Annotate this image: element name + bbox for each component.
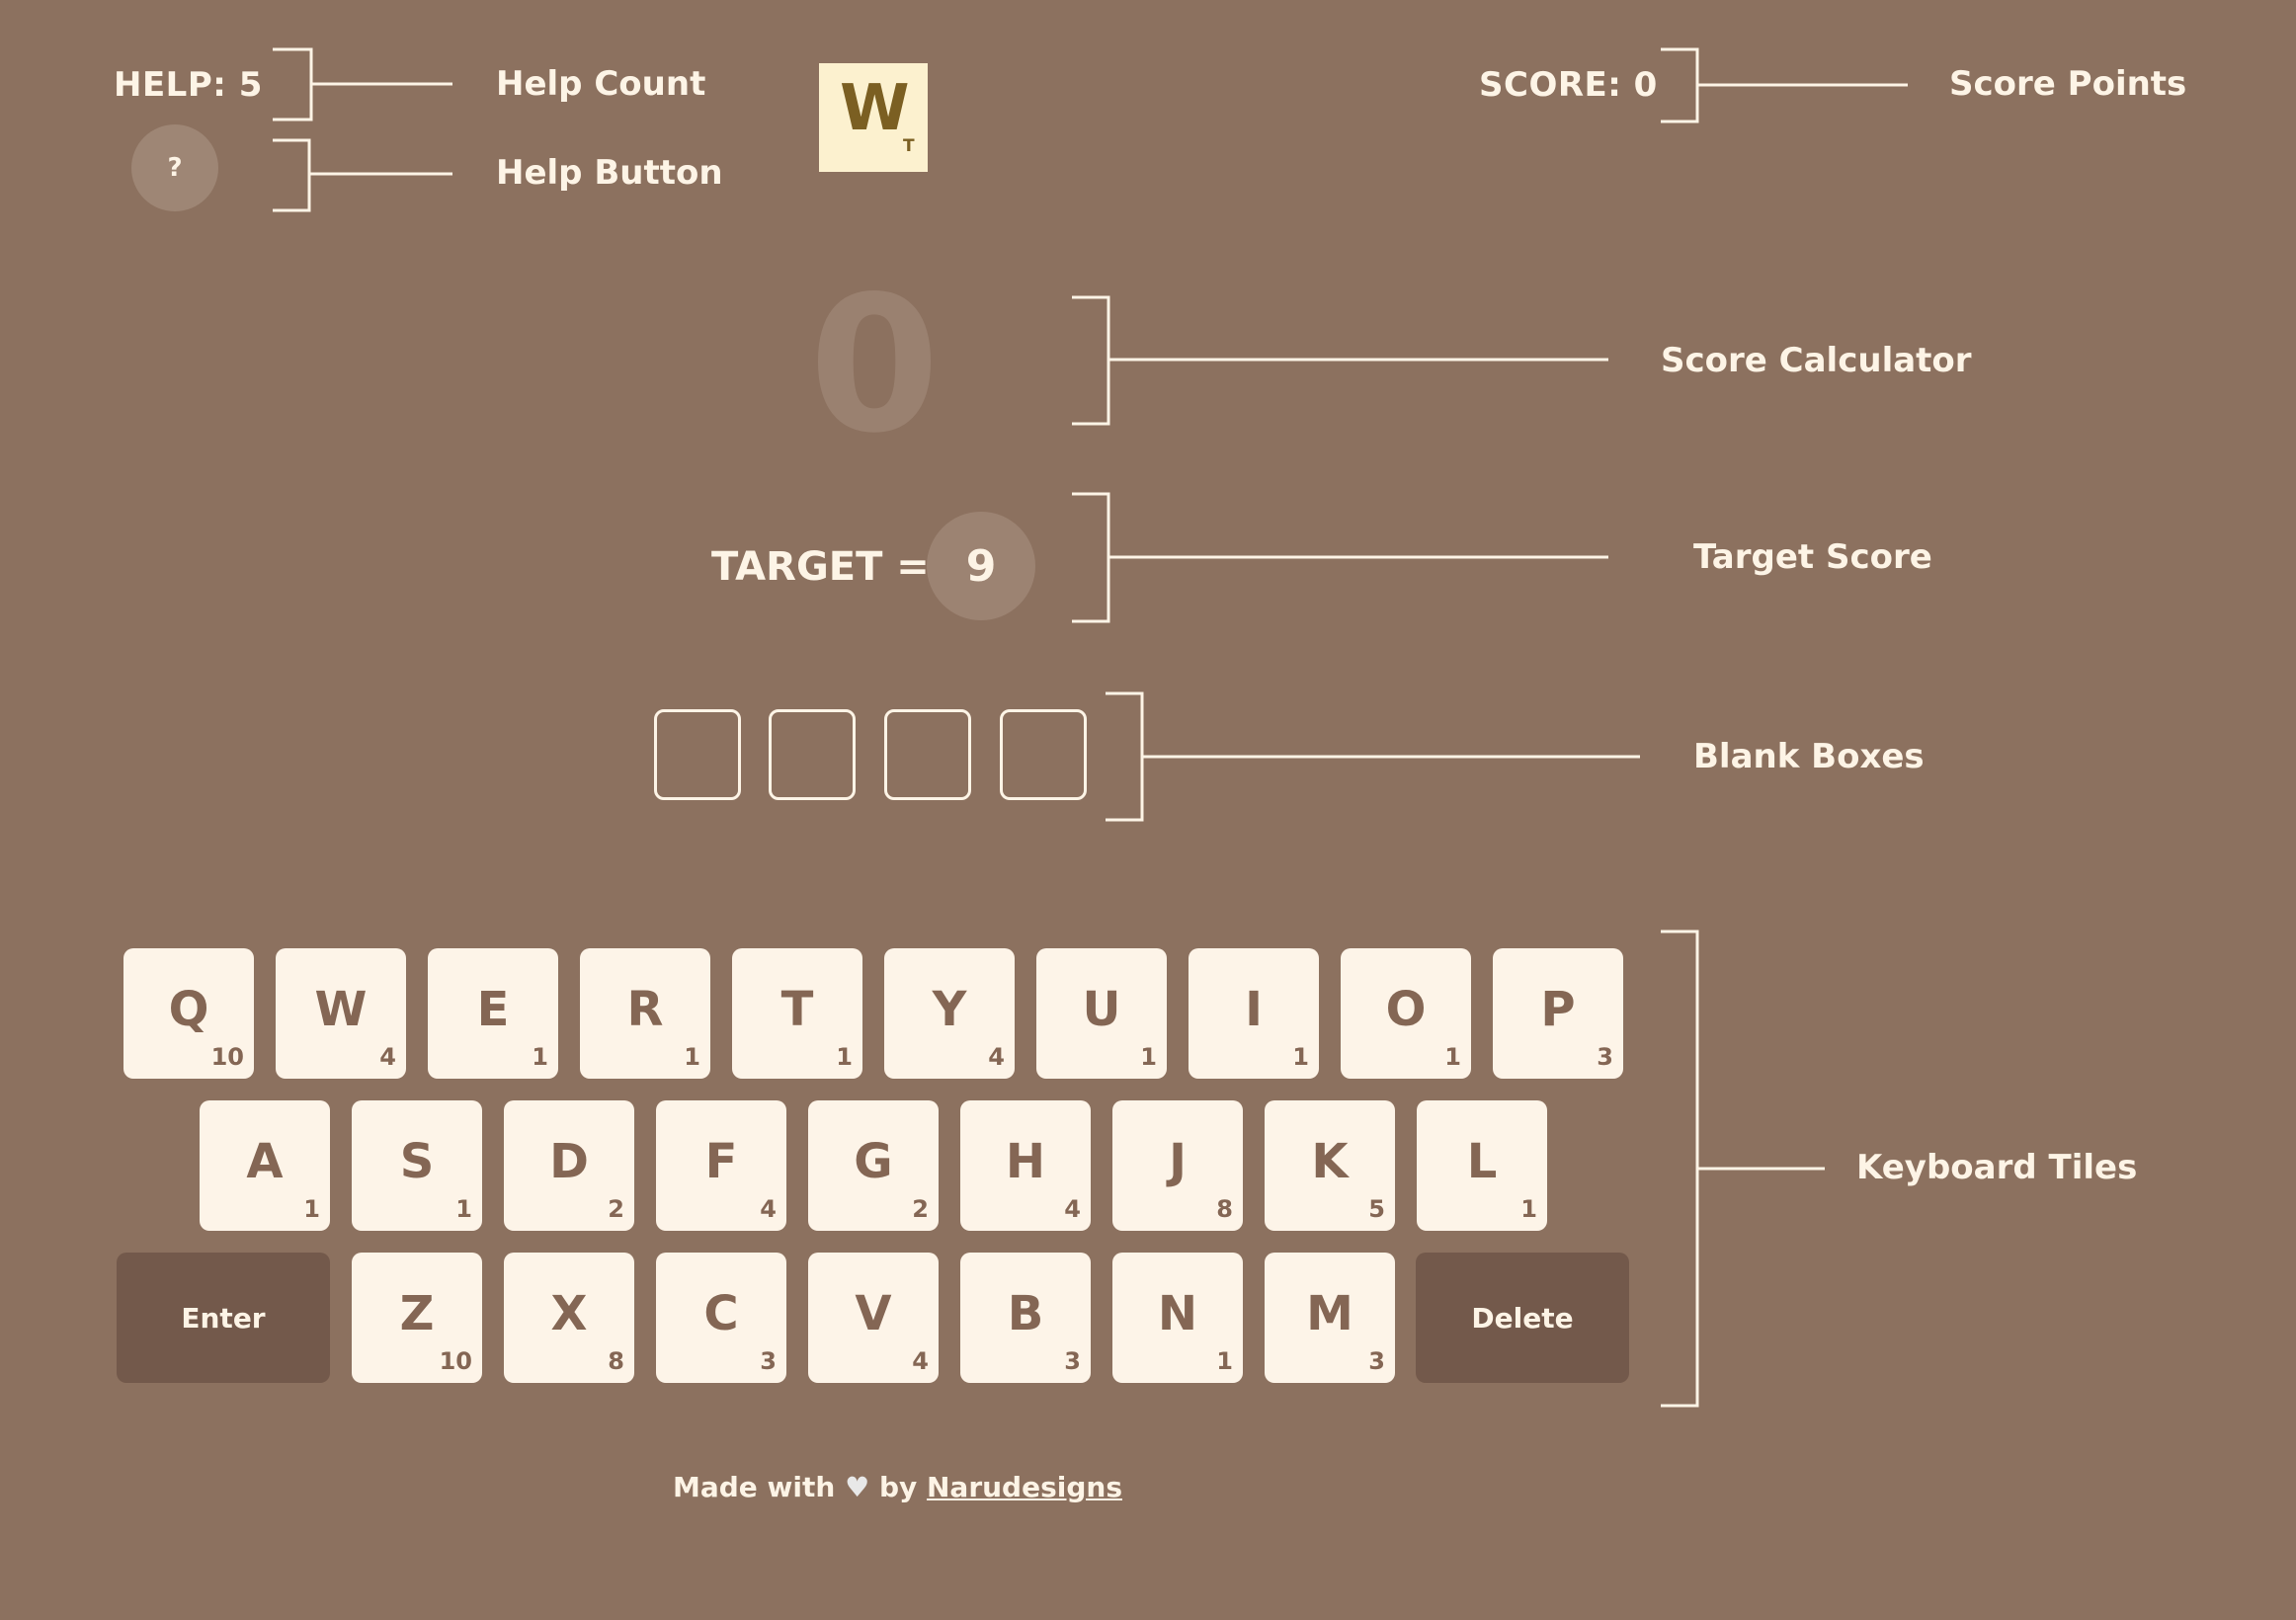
annotation-keyboard-tiles: Keyboard Tiles xyxy=(1856,1148,2138,1187)
annotation-target-score: Target Score xyxy=(1693,537,1932,577)
annotation-blank-boxes: Blank Boxes xyxy=(1693,737,1925,776)
annotation-score-calculator: Score Calculator xyxy=(1661,341,1972,380)
annotation-help-button: Help Button xyxy=(496,153,723,193)
annotation-lines xyxy=(273,47,1908,1408)
annotation-help-count: Help Count xyxy=(496,64,706,104)
annotation-score-points: Score Points xyxy=(1949,64,2187,104)
